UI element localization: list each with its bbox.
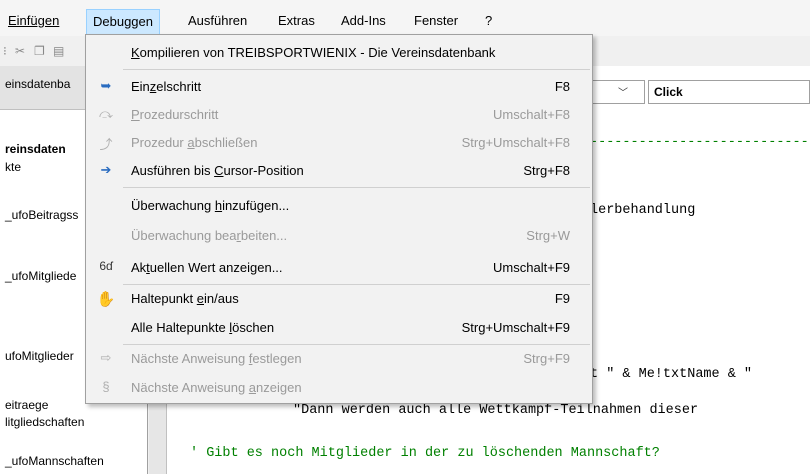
menu-item-shortcut: Strg+Umschalt+F8 xyxy=(461,135,570,150)
menu-item-shortcut: Umschalt+F9 xyxy=(493,260,570,275)
menu-item-shortcut: Strg+F8 xyxy=(523,163,570,178)
menu-item-label: Kompilieren von TREIBSPORTWIENIX - Die V… xyxy=(131,45,496,60)
tree-item[interactable]: litgliedschaften xyxy=(5,415,84,429)
menu-item-shortcut: F8 xyxy=(554,79,570,94)
menu-item-ueberwachung-bearbeiten[interactable]: Überwachung bearbeiten... Strg+W xyxy=(86,222,592,250)
menu-item-label: Prozedurschritt xyxy=(131,107,219,122)
menu-item-label: Aktuellen Wert anzeigen... xyxy=(131,260,283,275)
menu-item-ueberwachung-hinzufuegen[interactable]: Überwachung hinzufügen... xyxy=(86,192,592,220)
menu-item-label: Nächste Anweisung anzeigen xyxy=(131,380,302,395)
tree-item[interactable]: ufoMitglieder xyxy=(5,349,74,363)
breakpoint-hand-icon: ✋ xyxy=(96,291,116,308)
menu-item-compile[interactable]: Kompilieren von TREIBSPORTWIENIX - Die V… xyxy=(86,39,592,67)
menu-item-label: Nächste Anweisung festlegen xyxy=(131,351,302,366)
menu-item-ausfuehren-bis-cursor[interactable]: ➔ Ausführen bis Cursor-Position Strg+F8 xyxy=(86,157,592,185)
menu-item-alle-haltepunkte-loeschen[interactable]: Alle Haltepunkte löschen Strg+Umschalt+F… xyxy=(86,314,592,342)
chevron-down-icon: ﹀ xyxy=(618,88,628,99)
menu-item-prozedur-abschliessen[interactable]: ⤴ Prozedur abschließen Strg+Umschalt+F8 xyxy=(86,129,592,157)
tree-item[interactable]: reinsdaten xyxy=(5,142,66,156)
menu-item-label: Prozedur abschließen xyxy=(131,135,258,150)
menu-fenster[interactable]: Fenster xyxy=(414,10,458,32)
set-next-icon: ⇨ xyxy=(100,350,112,365)
menu-item-shortcut: Strg+F9 xyxy=(523,351,570,366)
tree-item[interactable]: eitraege xyxy=(5,398,48,412)
menu-debuggen[interactable]: Debuggen xyxy=(86,9,160,34)
step-over-icon: ⤼ xyxy=(99,106,113,121)
tree-item[interactable]: _ufoMannschaften xyxy=(5,454,104,468)
menu-item-einzelschritt[interactable]: ➥ Einzelschritt F8 xyxy=(86,73,592,101)
quick-watch-icon: 6ɗ xyxy=(99,259,113,273)
tree-item[interactable]: _ufoBeitragss xyxy=(5,208,78,222)
show-next-icon: § xyxy=(102,379,110,394)
cut-icon[interactable]: ✂ xyxy=(15,44,25,58)
menu-einfuegen[interactable]: Einfügen xyxy=(8,10,59,32)
code-comment-line: ' Gibt es noch Mitglieder in der zu lösc… xyxy=(190,446,660,461)
menu-item-label: Überwachung hinzufügen... xyxy=(131,198,290,213)
menu-add-ins[interactable]: Add-Ins xyxy=(341,10,386,32)
menu-item-prozedurschritt[interactable]: ⤼ Prozedurschritt Umschalt+F8 xyxy=(86,101,592,129)
menu-item-shortcut: F9 xyxy=(554,291,570,306)
paste-icon[interactable]: ▤ xyxy=(53,44,64,58)
tree-item[interactable]: kte xyxy=(5,160,21,174)
menu-extras[interactable]: Extras xyxy=(278,10,315,32)
step-into-icon: ➥ xyxy=(100,78,112,93)
code-line: ---------------------------- xyxy=(590,135,810,150)
code-line: lerbehandlung xyxy=(590,203,696,218)
menu-separator xyxy=(123,69,590,70)
project-title: einsdatenba xyxy=(5,77,71,91)
menu-item-shortcut: Strg+Umschalt+F9 xyxy=(461,320,570,335)
menu-item-naechste-anweisung-festlegen[interactable]: ⇨ Nächste Anweisung festlegen Strg+F9 xyxy=(86,345,592,373)
menu-help[interactable]: ? xyxy=(485,10,492,32)
tree-item[interactable]: _ufoMitgliede xyxy=(5,269,76,283)
menu-item-naechste-anweisung-anzeigen[interactable]: § Nächste Anweisung anzeigen xyxy=(86,374,592,402)
menubar: Einfügen Debuggen Ausführen Extras Add-I… xyxy=(0,0,810,36)
copy-icon[interactable]: ❐ xyxy=(34,44,45,58)
menu-item-aktuellen-wert[interactable]: 6ɗ Aktuellen Wert anzeigen... Umschalt+F… xyxy=(86,254,592,282)
toolbar-grip-icon: ⁝ xyxy=(3,44,7,58)
step-out-icon: ⤴ xyxy=(99,137,113,152)
menu-item-label: Haltepunkt ein/aus xyxy=(131,291,239,306)
menu-item-shortcut: Umschalt+F8 xyxy=(493,107,570,122)
code-line: "Dann werden auch alle Wettkampf-Teilnah… xyxy=(293,403,699,418)
menu-item-label: Überwachung bearbeiten... xyxy=(131,228,288,243)
menu-item-shortcut: Strg+W xyxy=(526,228,570,243)
procedure-combo-value: Click xyxy=(654,85,683,99)
menu-item-label: Alle Haltepunkte löschen xyxy=(131,320,275,335)
menu-item-label: Einzelschritt xyxy=(131,79,202,94)
run-to-cursor-icon: ➔ xyxy=(100,162,112,177)
menu-item-haltepunkt[interactable]: ✋ Haltepunkt ein/aus F9 xyxy=(86,285,592,313)
menu-separator xyxy=(123,187,590,188)
debuggen-menu: Kompilieren von TREIBSPORTWIENIX - Die V… xyxy=(85,34,593,404)
menu-ausfuehren[interactable]: Ausführen xyxy=(188,10,247,32)
code-line: t " & Me!txtName & " xyxy=(590,367,753,382)
menu-item-label: Ausführen bis Cursor-Position xyxy=(131,163,304,178)
